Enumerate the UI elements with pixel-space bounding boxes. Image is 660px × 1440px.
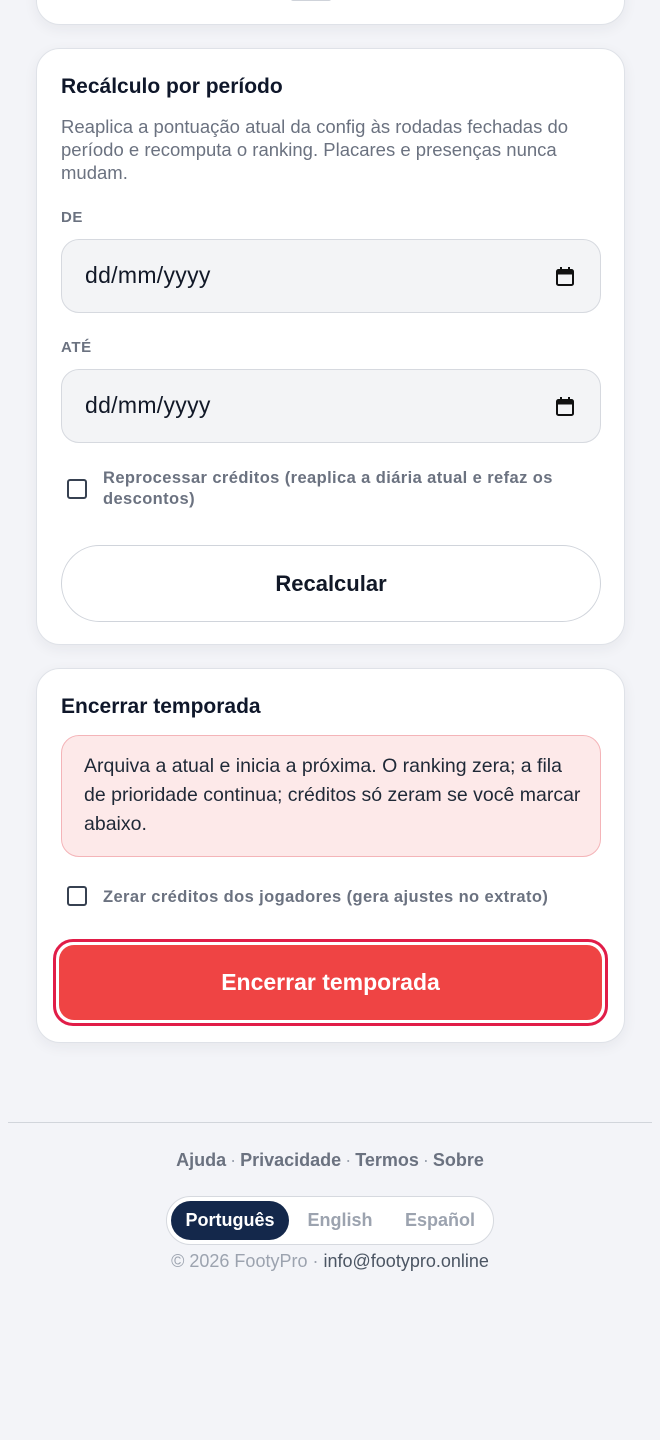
footer-divider [8,1122,652,1123]
copyright: © 2026 FootyPro · info@footypro.online [0,1251,660,1272]
recalc-description: Reaplica a pontuação atual da config às … [61,116,569,183]
lang-option-english[interactable]: English [295,1201,385,1240]
end-season-button-focus-ring: Encerrar temporada [53,939,608,1026]
season-warning-box: Arquiva a atual e inicia a próxima. O ra… [61,735,601,857]
from-date-value: dd/mm/yyyy [85,262,211,288]
footer-link-privacy[interactable]: Privacidade [240,1150,341,1170]
recalc-card: Recálculo por período Reaplica a pontuaç… [36,48,625,645]
footer-separator: · [230,1150,237,1170]
recalculate-button[interactable]: Recalcular [61,545,601,622]
footer-links: Ajuda · Privacidade · Termos · Sobre [0,1150,660,1171]
season-warning-text: Arquiva a atual e inicia a próxima. O ra… [84,755,581,835]
end-season-card: Encerrar temporada Arquiva a atual e ini… [36,668,625,1043]
lang-option-spanish[interactable]: Español [393,1201,487,1240]
footer-separator: · [422,1150,429,1170]
footer-separator: · [345,1150,352,1170]
to-date-input[interactable]: dd/mm/yyyy [61,369,601,443]
calendar-icon[interactable] [556,267,574,286]
footer-separator: · [312,1251,319,1271]
previous-card [36,0,625,25]
reprocess-credits-checkbox[interactable] [67,479,87,499]
recalc-title: Recálculo por período [61,75,283,98]
to-label: ATÉ [61,339,92,356]
reprocess-credits-label: Reprocessar créditos (reaplica a diária … [103,469,553,508]
from-label: DE [61,209,84,226]
footer-link-about[interactable]: Sobre [433,1150,484,1170]
season-title: Encerrar temporada [61,695,261,718]
language-switcher: Português English Español [166,1196,494,1245]
footer-link-terms[interactable]: Termos [355,1150,419,1170]
from-date-input[interactable]: dd/mm/yyyy [61,239,601,313]
copyright-text: © 2026 FootyPro [171,1251,308,1271]
end-season-button[interactable]: Encerrar temporada [59,945,602,1020]
reset-credits-label: Zerar créditos dos jogadores (gera ajust… [103,888,549,906]
lang-option-portuguese[interactable]: Português [171,1201,289,1240]
reset-credits-checkbox[interactable] [67,886,87,906]
calendar-icon[interactable] [556,397,574,416]
toggle-handle[interactable] [291,0,331,1]
to-date-value: dd/mm/yyyy [85,392,211,418]
contact-email-link[interactable]: info@footypro.online [324,1251,489,1271]
footer-link-help[interactable]: Ajuda [176,1150,226,1170]
